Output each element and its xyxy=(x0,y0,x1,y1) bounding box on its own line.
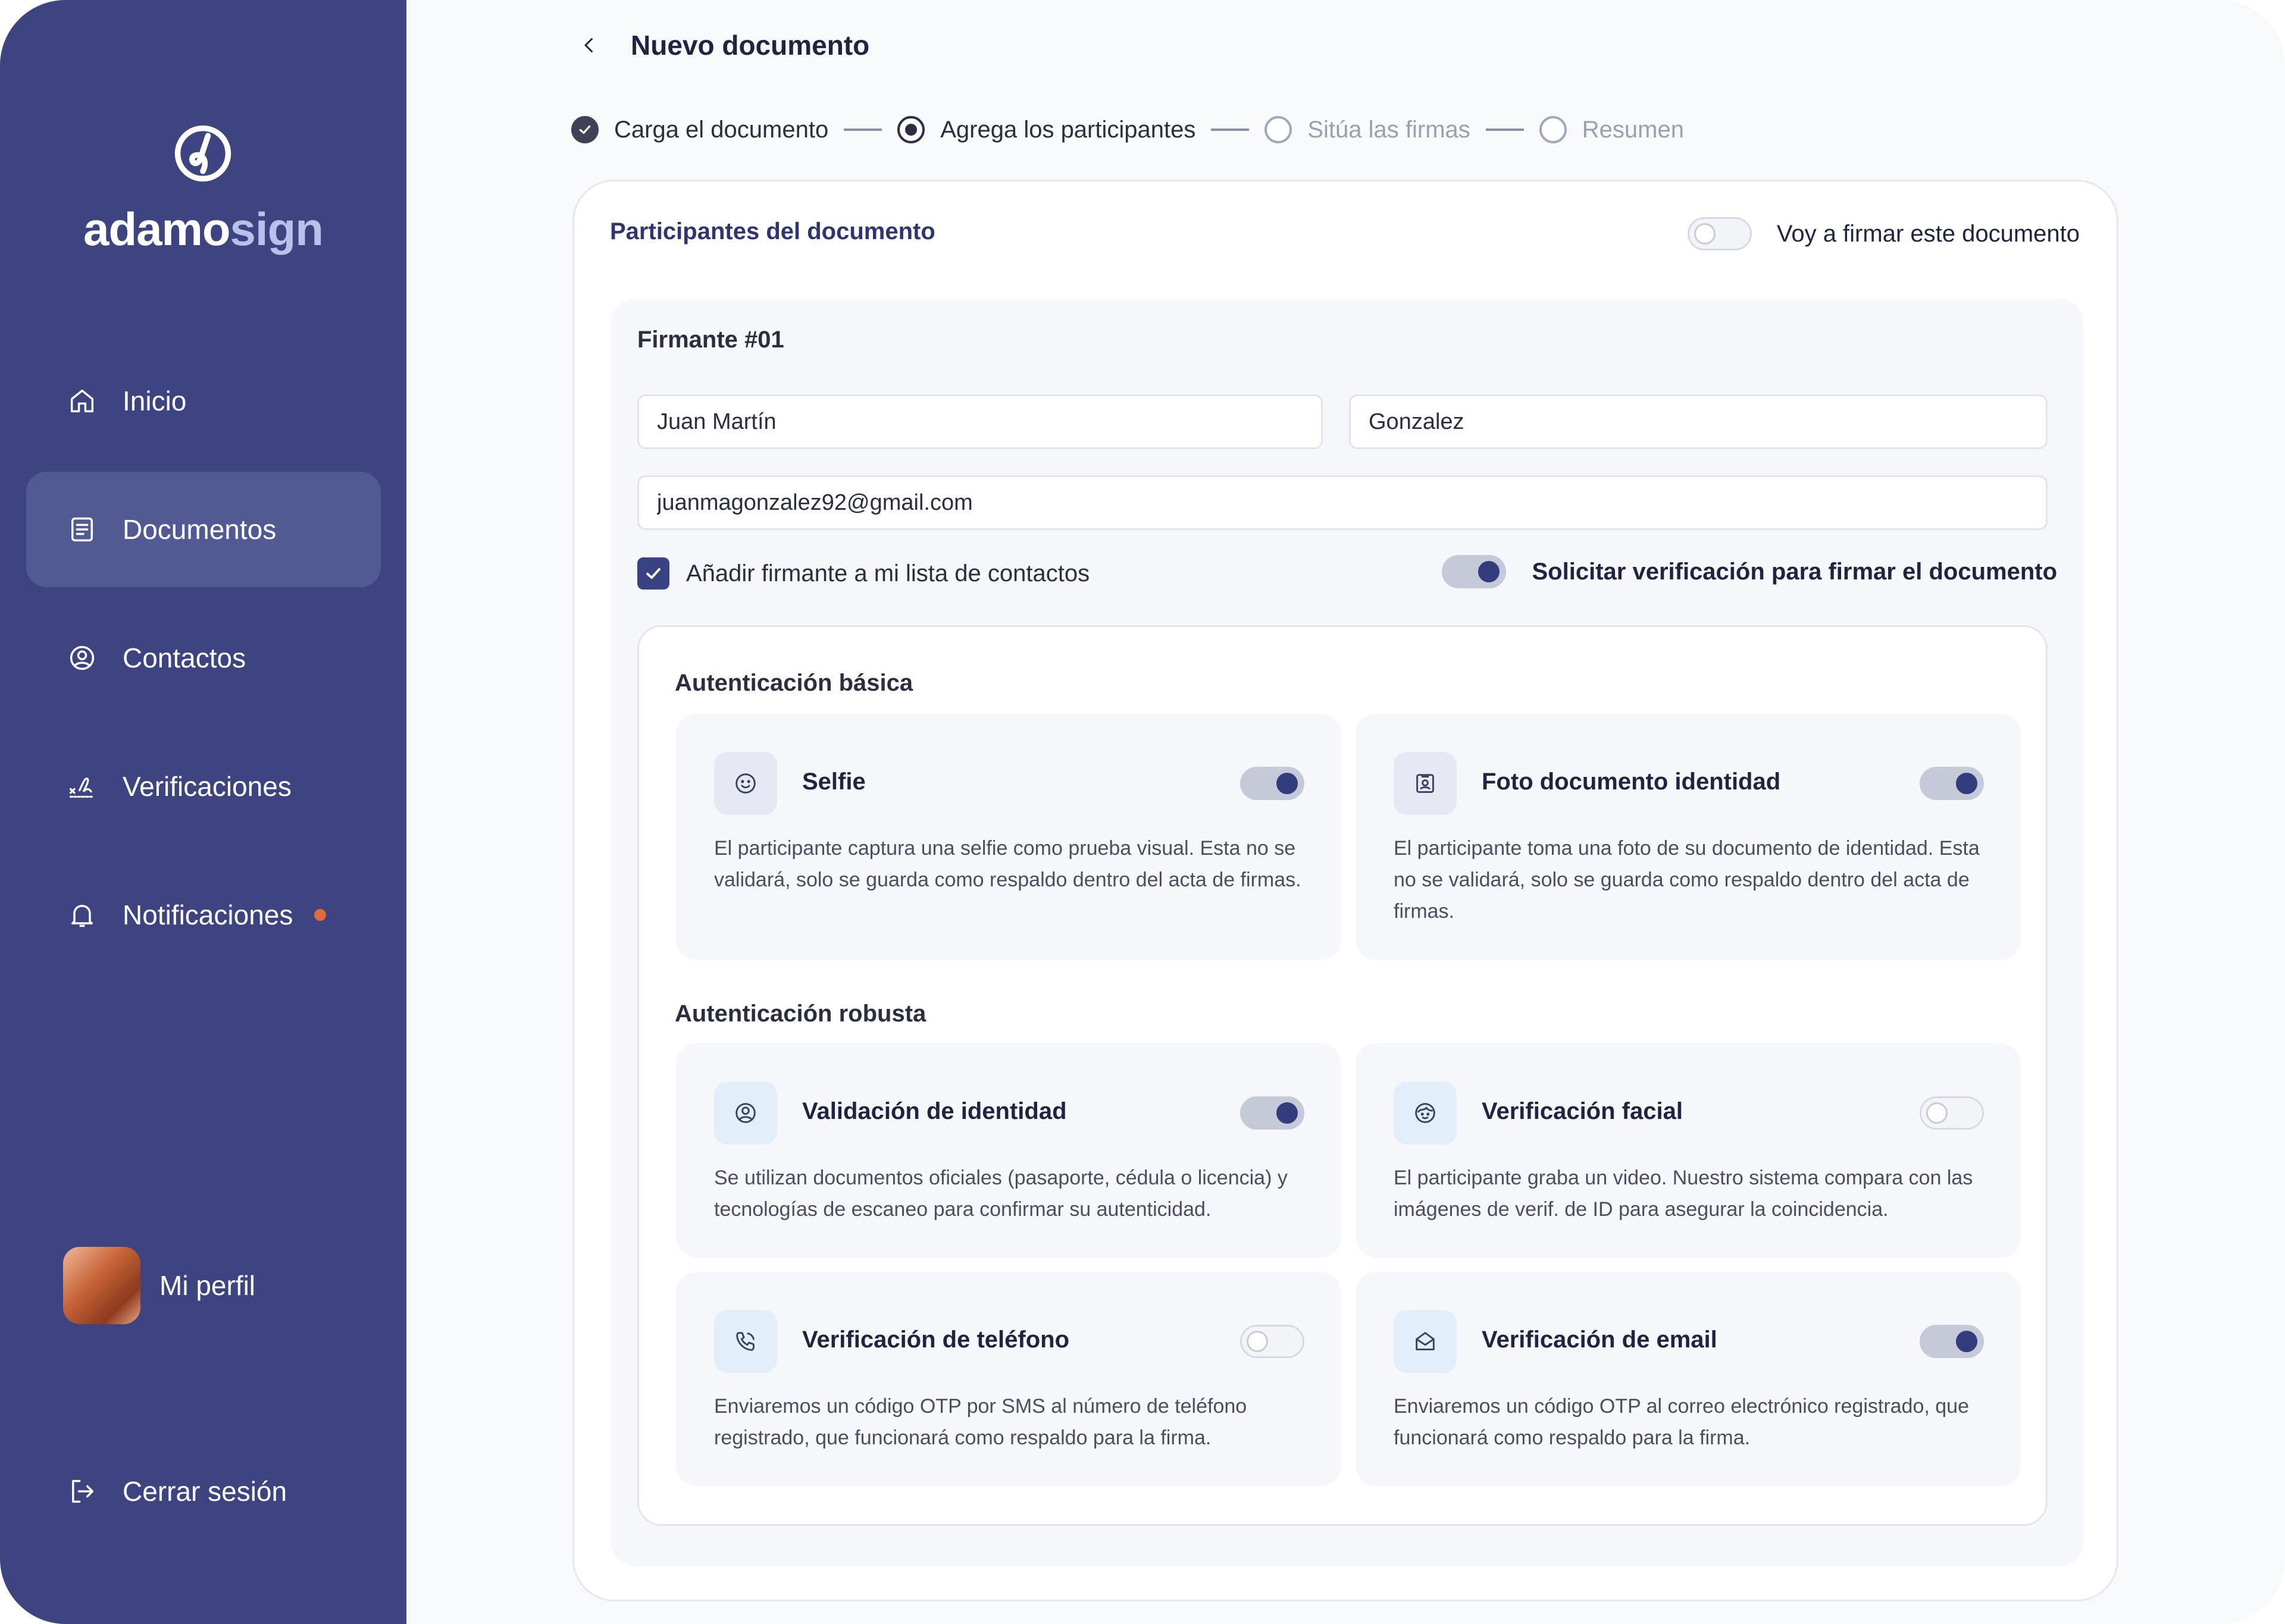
option-id-photo: Foto documento identidad El participante… xyxy=(1356,714,2021,960)
envelope-icon xyxy=(1394,1310,1457,1373)
verification-label: Solicitar verificación para firmar el do… xyxy=(1532,558,2058,585)
pending-step-icon xyxy=(1264,116,1292,143)
smile-face-icon xyxy=(714,752,777,815)
verification-toggle-row: Solicitar verificación para firmar el do… xyxy=(1441,555,2058,588)
participants-title: Participantes del documento xyxy=(610,218,935,244)
robust-auth-title: Autenticación robusta xyxy=(675,1001,926,1027)
signature-icon xyxy=(67,771,98,802)
avatar xyxy=(63,1247,140,1324)
page-title: Nuevo documento xyxy=(631,30,870,61)
signer-title: Firmante #01 xyxy=(637,327,784,353)
logout-icon xyxy=(67,1476,98,1507)
sidebar-item-verificaciones[interactable]: Verificaciones xyxy=(26,729,381,844)
face-scan-icon xyxy=(1394,1081,1457,1145)
id-photo-icon xyxy=(1394,752,1457,815)
selfie-toggle[interactable] xyxy=(1240,767,1304,800)
phone-verification-toggle[interactable] xyxy=(1240,1325,1304,1358)
add-contact-row: Añadir firmante a mi lista de contactos xyxy=(637,557,1090,590)
id-photo-toggle[interactable] xyxy=(1920,767,1984,800)
check-icon xyxy=(571,116,599,143)
option-identity-validation: Validación de identidad Se utilizan docu… xyxy=(676,1043,1341,1258)
option-selfie: Selfie El participante captura una selfi… xyxy=(676,714,1341,960)
profile-link[interactable]: Mi perfil xyxy=(63,1247,255,1324)
sidebar-item-label: Inicio xyxy=(123,385,187,416)
app-window: adamosign Inicio Documentos Contactos Ve… xyxy=(0,0,2285,1624)
self-sign-toggle[interactable] xyxy=(1687,217,1752,250)
step-connector xyxy=(1211,128,1250,131)
profile-label: Mi perfil xyxy=(159,1270,256,1301)
self-sign-toggle-row: Voy a firmar este documento xyxy=(1687,217,2080,250)
email-verification-toggle[interactable] xyxy=(1920,1325,1984,1358)
step-participants[interactable]: Agrega los participantes xyxy=(897,116,1195,143)
option-title: Verificación facial xyxy=(1482,1098,1683,1124)
page-header: Nuevo documento xyxy=(571,24,869,67)
add-contact-checkbox[interactable] xyxy=(637,557,669,590)
progress-stepper: Carga el documento Agrega los participan… xyxy=(571,112,1684,148)
option-description: Se utilizan documentos oficiales (pasapo… xyxy=(714,1167,1288,1221)
sidebar-item-label: Documentos xyxy=(123,514,277,545)
user-circle-icon xyxy=(714,1081,777,1145)
option-description: El participante graba un video. Nuestro … xyxy=(1394,1167,1973,1221)
step-label: Sitúa las firmas xyxy=(1307,116,1470,143)
notification-badge xyxy=(314,909,327,921)
sidebar-item-label: Notificaciones xyxy=(123,899,293,930)
brand-wordmark: adamosign xyxy=(0,202,406,256)
option-description: El participante captura una selfie como … xyxy=(714,837,1301,891)
option-title: Verificación de email xyxy=(1482,1327,1717,1353)
option-facial-verification: Verificación facial El participante grab… xyxy=(1356,1043,2021,1258)
step-upload[interactable]: Carga el documento xyxy=(571,116,828,143)
sidebar-item-contactos[interactable]: Contactos xyxy=(26,600,381,716)
option-title: Foto documento identidad xyxy=(1482,769,1781,795)
self-sign-label: Voy a firmar este documento xyxy=(1776,220,2080,247)
step-label: Agrega los participantes xyxy=(940,116,1196,143)
participants-card: Participantes del documento Voy a firmar… xyxy=(572,180,2118,1601)
pending-step-icon xyxy=(1539,116,1567,143)
step-label: Resumen xyxy=(1582,116,1684,143)
option-title: Validación de identidad xyxy=(802,1098,1067,1124)
logout-label: Cerrar sesión xyxy=(123,1476,287,1507)
step-connector xyxy=(1485,128,1524,131)
option-description: Enviaremos un código OTP por SMS al núme… xyxy=(714,1395,1247,1449)
adamosign-logo-icon xyxy=(174,125,231,182)
sidebar-item-label: Verificaciones xyxy=(123,771,292,802)
user-circle-icon xyxy=(67,642,98,673)
step-connector xyxy=(844,128,882,131)
brand-primary: adamo xyxy=(83,203,230,255)
sidebar-item-documentos[interactable]: Documentos xyxy=(26,472,381,587)
option-description: El participante toma una foto de su docu… xyxy=(1394,837,1980,923)
option-phone-verification: Verificación de teléfono Enviaremos un c… xyxy=(676,1272,1341,1486)
identity-validation-toggle[interactable] xyxy=(1240,1096,1304,1130)
authentication-options: Autenticación básica Selfie El participa… xyxy=(637,625,2048,1526)
step-label: Carga el documento xyxy=(614,116,829,143)
facial-verification-toggle[interactable] xyxy=(1920,1096,1984,1130)
document-icon xyxy=(67,514,98,545)
phone-icon xyxy=(714,1310,777,1373)
brand-secondary: sign xyxy=(230,203,324,255)
chevron-left-icon xyxy=(584,38,593,52)
sidebar: adamosign Inicio Documentos Contactos Ve… xyxy=(0,0,406,1624)
step-signatures[interactable]: Sitúa las firmas xyxy=(1264,116,1470,143)
option-description: Enviaremos un código OTP al correo elect… xyxy=(1394,1395,1969,1449)
add-contact-label: Añadir firmante a mi lista de contactos xyxy=(686,560,1090,587)
logout-button[interactable]: Cerrar sesión xyxy=(26,1434,381,1549)
sidebar-item-inicio[interactable]: Inicio xyxy=(26,343,381,459)
bell-icon xyxy=(67,899,98,930)
first-name-input[interactable] xyxy=(637,394,1323,449)
back-button[interactable] xyxy=(571,27,607,63)
option-email-verification: Verificación de email Enviaremos un códi… xyxy=(1356,1272,2021,1486)
check-icon xyxy=(646,568,661,579)
sidebar-item-label: Contactos xyxy=(123,642,246,673)
step-summary[interactable]: Resumen xyxy=(1539,116,1684,143)
basic-auth-title: Autenticación básica xyxy=(675,670,913,696)
email-input[interactable] xyxy=(637,475,2048,530)
option-title: Selfie xyxy=(802,769,866,795)
sidebar-item-notificaciones[interactable]: Notificaciones xyxy=(26,857,381,973)
current-step-icon xyxy=(897,116,925,143)
last-name-input[interactable] xyxy=(1349,394,2048,449)
option-title: Verificación de teléfono xyxy=(802,1327,1070,1353)
verification-toggle[interactable] xyxy=(1441,555,1506,588)
home-icon xyxy=(67,385,98,416)
signer-panel: Firmante #01 Añadir firmante a mi lista … xyxy=(611,299,2083,1566)
